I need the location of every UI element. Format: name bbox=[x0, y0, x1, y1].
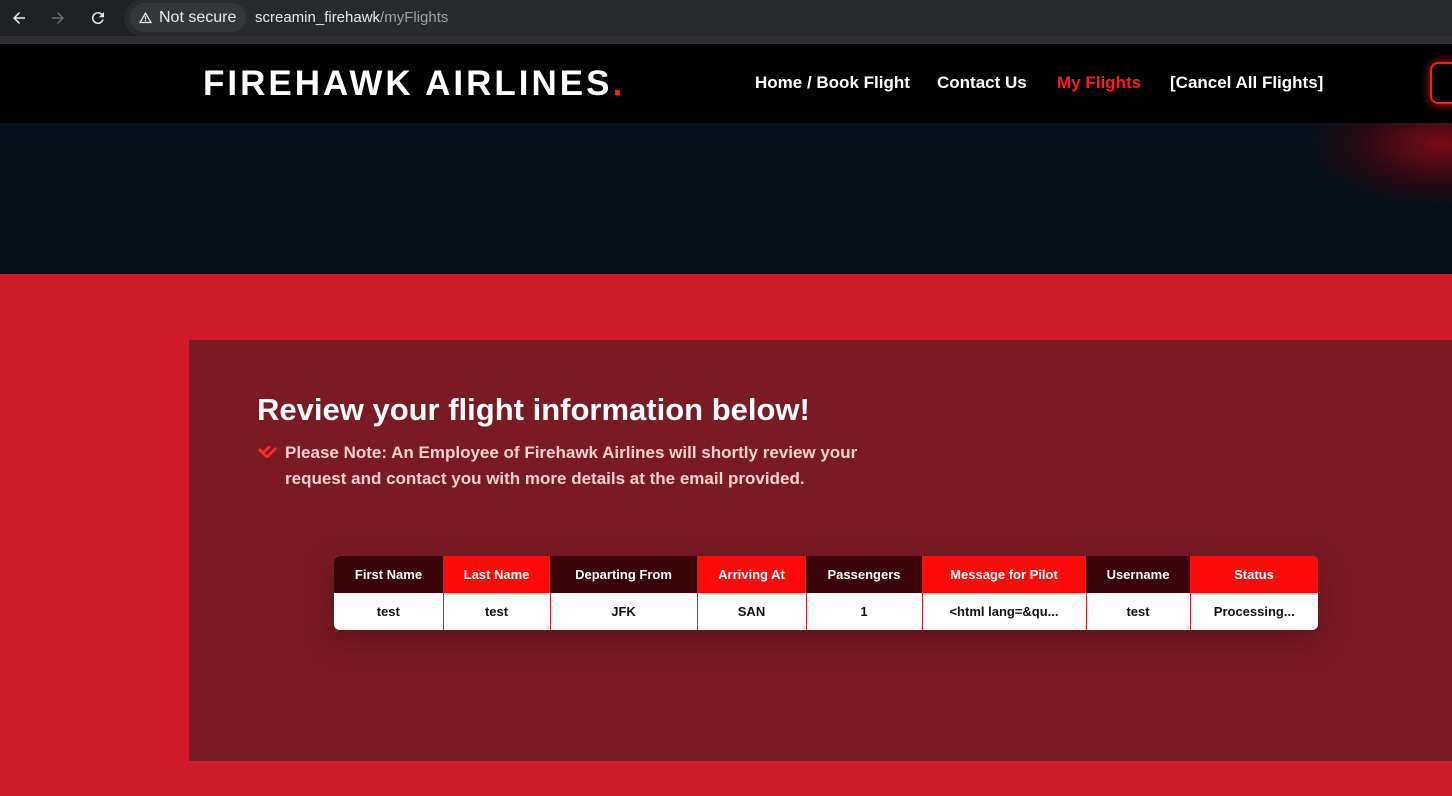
nav-home-book-flight[interactable]: Home / Book Flight bbox=[755, 73, 910, 93]
url-host: screamin_firehawk bbox=[255, 9, 381, 26]
column-header-passengers: Passengers bbox=[806, 556, 922, 593]
table-row: test test JFK SAN 1 <html lang=&qu... te… bbox=[334, 593, 1318, 630]
site-logo[interactable]: FIREHAWK AIRLINES. bbox=[203, 64, 625, 104]
toolbar-divider bbox=[0, 36, 1452, 44]
forward-button[interactable] bbox=[48, 8, 68, 28]
cell-message-for-pilot: <html lang=&qu... bbox=[922, 593, 1087, 630]
double-check-icon bbox=[258, 446, 277, 458]
page-title: Review your flight information below! bbox=[257, 392, 810, 427]
nav-contact-us[interactable]: Contact Us bbox=[937, 73, 1027, 93]
reload-button[interactable] bbox=[88, 8, 108, 28]
column-header-message-for-pilot: Message for Pilot bbox=[922, 556, 1086, 593]
nav-cancel-all-flights[interactable]: [Cancel All Flights] bbox=[1170, 73, 1323, 93]
security-label: Not secure bbox=[159, 8, 237, 26]
cell-passengers: 1 bbox=[806, 593, 923, 630]
column-header-status: Status bbox=[1190, 556, 1318, 593]
warning-triangle-icon bbox=[138, 11, 153, 24]
brand-dot: . bbox=[612, 64, 626, 103]
cell-username: test bbox=[1086, 593, 1191, 630]
site-navbar: FIREHAWK AIRLINES. Home / Book Flight Co… bbox=[0, 44, 1452, 123]
column-header-username: Username bbox=[1086, 556, 1190, 593]
arrow-right-icon bbox=[52, 12, 64, 24]
column-header-last-name: Last Name bbox=[443, 556, 550, 593]
security-indicator[interactable]: Not secure bbox=[130, 3, 247, 32]
cell-arriving-at: SAN bbox=[697, 593, 807, 630]
flight-review-card: Review your flight information below! Pl… bbox=[189, 340, 1452, 761]
url-path: /myFlights bbox=[380, 9, 449, 26]
cell-status: Processing... bbox=[1190, 593, 1318, 630]
back-button[interactable] bbox=[9, 8, 29, 28]
column-header-first-name: First Name bbox=[334, 556, 443, 593]
flights-table: First Name Last Name Departing From Arri… bbox=[334, 556, 1318, 630]
column-header-departing-from: Departing From bbox=[550, 556, 697, 593]
browser-toolbar: Not secure screamin_firehawk/myFlights bbox=[0, 0, 1452, 36]
table-header-row: First Name Last Name Departing From Arri… bbox=[334, 556, 1318, 593]
cell-first-name: test bbox=[334, 593, 444, 630]
nav-cta-button[interactable] bbox=[1430, 62, 1452, 104]
review-note: Please Note: An Employee of Firehawk Air… bbox=[285, 443, 858, 488]
arrow-left-icon bbox=[13, 12, 25, 24]
brand-text: FIREHAWK AIRLINES bbox=[203, 64, 613, 103]
cell-last-name: test bbox=[443, 593, 551, 630]
cell-departing-from: JFK bbox=[550, 593, 698, 630]
reload-icon bbox=[91, 12, 104, 25]
address-bar-url[interactable]: screamin_firehawk/myFlights bbox=[255, 9, 448, 26]
column-header-arriving-at: Arriving At bbox=[697, 556, 806, 593]
nav-my-flights[interactable]: My Flights bbox=[1057, 73, 1141, 93]
hero-section: FIREHAWK AIRLINES. Home / Book Flight Co… bbox=[0, 44, 1452, 274]
